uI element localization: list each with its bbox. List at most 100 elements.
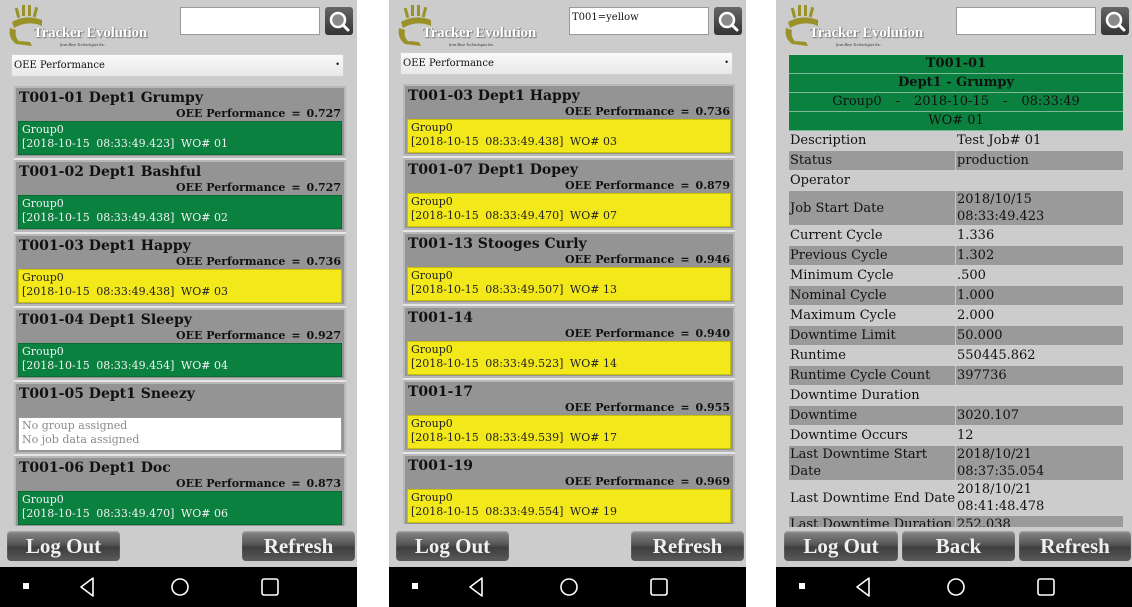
metric-select-value: OEE Performance [403,58,494,69]
nav-home-icon[interactable] [559,567,579,607]
search-input[interactable] [956,7,1096,35]
tracker-card[interactable]: T001-01 Dept1 Grumpy OEE Performance = 0.72… [14,86,346,159]
nav-recent-apps-icon[interactable] [649,567,669,607]
app-logo: Tracker Evolution from Bear Technologies… [784,4,924,48]
tracker-card[interactable]: T001-03 Dept1 Happy OEE Performance = 0.736… [403,84,735,157]
metric-label: OEE Performance [565,401,675,414]
tracker-card-title: T001-13 Stooges Curly [408,236,587,252]
nav-home-icon[interactable] [170,567,190,607]
metric-value: 0.927 [306,329,341,342]
tracker-card[interactable]: T001-19 OEE Performance = 0.969 Group0 [2018-… [403,453,735,524]
detail-label: Current Cycle [790,228,883,243]
nav-back-icon[interactable] [854,567,874,607]
metric-label: OEE Performance [565,475,675,488]
app-logo: Tracker Evolution from Bear Technologies… [8,4,148,48]
logout-button[interactable]: Log Out [7,531,120,561]
nav-back-icon[interactable] [78,567,98,607]
detail-row: Downtime Duration [789,386,1123,406]
tracker-card-status: Group0 [2018-10-15 08:33:49.438] WO# 03 [407,119,731,153]
tracker-card-status: Group0 [2018-10-15 08:33:49.423] WO# 01 [18,121,342,155]
refresh-button[interactable]: Refresh [631,531,744,561]
logout-button[interactable]: Log Out [396,531,509,561]
detail-group-datetime: Group0-2018-10-15-08:33:49 [789,93,1123,112]
tracker-card-metric: OEE Performance = 0.969 [565,475,730,488]
nav-back-icon[interactable] [467,567,487,607]
job-timestamp: [2018-10-15 08:33:49.507] WO# 13 [411,283,617,296]
tracker-card-metric: OEE Performance = 0.927 [176,329,341,342]
detail-label: Minimum Cycle [790,268,894,283]
tracker-card[interactable]: T001-14 OEE Performance = 0.940 Group0 [2018-… [403,305,735,379]
tracker-list[interactable]: T001-01 Dept1 Grumpy OEE Performance = 0.72… [14,86,346,526]
tracker-card[interactable]: T001-07 Dept1 Dopey OEE Performance = 0.879… [403,157,735,231]
tracker-card[interactable]: T001-03 Dept1 Happy OEE Performance = 0.736… [14,233,346,307]
tracker-card[interactable]: T001-04 Dept1 Sleepy OEE Performance = 0.92… [14,307,346,381]
detail-value: 2018/10/15 08:33:49.423 [957,192,1045,224]
tracker-card-title: T001-04 Dept1 Sleepy [19,312,192,328]
tracker-card[interactable]: T001-05 Dept1 Sneezy No group assigned No … [14,381,346,455]
tracker-card-metric: OEE Performance = 0.727 [176,107,341,120]
tracker-card-metric: OEE Performance = 0.955 [565,401,730,414]
tracker-card-title: T001-02 Dept1 Bashful [19,164,202,180]
detail-row: Description Test Job# 01 [789,131,1123,151]
detail-table[interactable]: Description Test Job# 01 Status production O… [789,131,1123,527]
tracker-card-status: Group0 [2018-10-15 08:33:49.454] WO# 04 [18,343,342,377]
metric-value: 0.873 [306,477,341,490]
nav-indicator-icon [412,583,418,589]
tracker-card-status: Group0 [2018-10-15 08:33:49.438] WO# 02 [18,195,342,229]
dropdown-arrow-icon: • [335,60,340,69]
tracker-card-title: T001-07 Dept1 Dopey [408,162,579,178]
job-timestamp: [2018-10-15 08:33:49.470] WO# 07 [411,209,617,222]
detail-value: 12 [957,428,974,443]
logout-button[interactable]: Log Out [784,531,898,561]
app-logo: Tracker Evolution from Bear Technologies… [397,4,537,48]
tracker-card[interactable]: T001-02 Dept1 Bashful OEE Performance = 0.7… [14,159,346,233]
dropdown-arrow-icon: • [724,58,729,67]
metric-value: 0.736 [306,255,341,268]
metric-value: 0.955 [695,401,730,414]
detail-value [956,386,1123,405]
detail-row: Current Cycle 1.336 [789,226,1123,246]
detail-label: Runtime [790,348,846,363]
detail-group: Group0 [832,94,882,109]
metric-select[interactable]: OEE Performance • [400,52,733,75]
search-button[interactable] [714,7,742,35]
group-text: Group0 [22,493,64,506]
refresh-button[interactable]: Refresh [1019,531,1131,561]
tracker-card-status: Group0 [2018-10-15 08:33:49.554] WO# 19 [407,489,731,523]
work-order: WO# 03 [569,135,617,148]
detail-label: Downtime Duration [790,388,920,403]
nav-indicator-icon [799,583,805,589]
detail-date: 2018-10-15 [914,94,989,109]
job-timestamp: [2018-10-15 08:33:49.423] WO# 01 [22,137,228,150]
metric-select[interactable]: OEE Performance • [11,54,344,77]
search-input-value: T001=yellow [572,12,639,23]
detail-label: Maximum Cycle [790,308,897,323]
nav-home-icon[interactable] [946,567,966,607]
bottom-toolbar: Log Out Back Refresh [776,530,1132,563]
detail-label: Description [790,133,867,148]
detail-value: 252.038 [957,517,1011,527]
tracker-card-title: T001-14 [408,310,473,326]
nav-recent-apps-icon[interactable] [1036,567,1056,607]
search-button[interactable] [325,7,353,35]
tracker-card[interactable]: T001-06 Dept1 Doc OEE Performance = 0.873 Gr… [14,455,346,526]
search-input[interactable] [180,7,320,35]
metric-label: OEE Performance [565,327,675,340]
tracker-list[interactable]: T001-03 Dept1 Happy OEE Performance = 0.736… [403,84,735,524]
metric-label: OEE Performance [565,179,675,192]
tracker-card[interactable]: T001-17 OEE Performance = 0.955 Group0 [2018-… [403,379,735,453]
metric-label: OEE Performance [176,329,286,342]
search-button[interactable] [1101,7,1129,35]
nav-recent-apps-icon[interactable] [260,567,280,607]
group-text: Group0 [22,123,64,136]
group-text: Group0 [411,195,453,208]
back-button[interactable]: Back [902,531,1015,561]
tracker-card[interactable]: T001-13 Stooges Curly OEE Performance = 0.9… [403,231,735,305]
detail-value: 2018/10/21 08:41:48.478 [957,482,1045,514]
tracker-card-metric: OEE Performance = 0.727 [176,181,341,194]
work-order: WO# 07 [569,209,617,222]
refresh-button[interactable]: Refresh [242,531,355,561]
detail-label: Downtime Limit [789,326,956,345]
search-input[interactable]: T001=yellow [569,7,709,35]
logo-subtitle: from Bear Technologies Inc. [836,42,882,47]
